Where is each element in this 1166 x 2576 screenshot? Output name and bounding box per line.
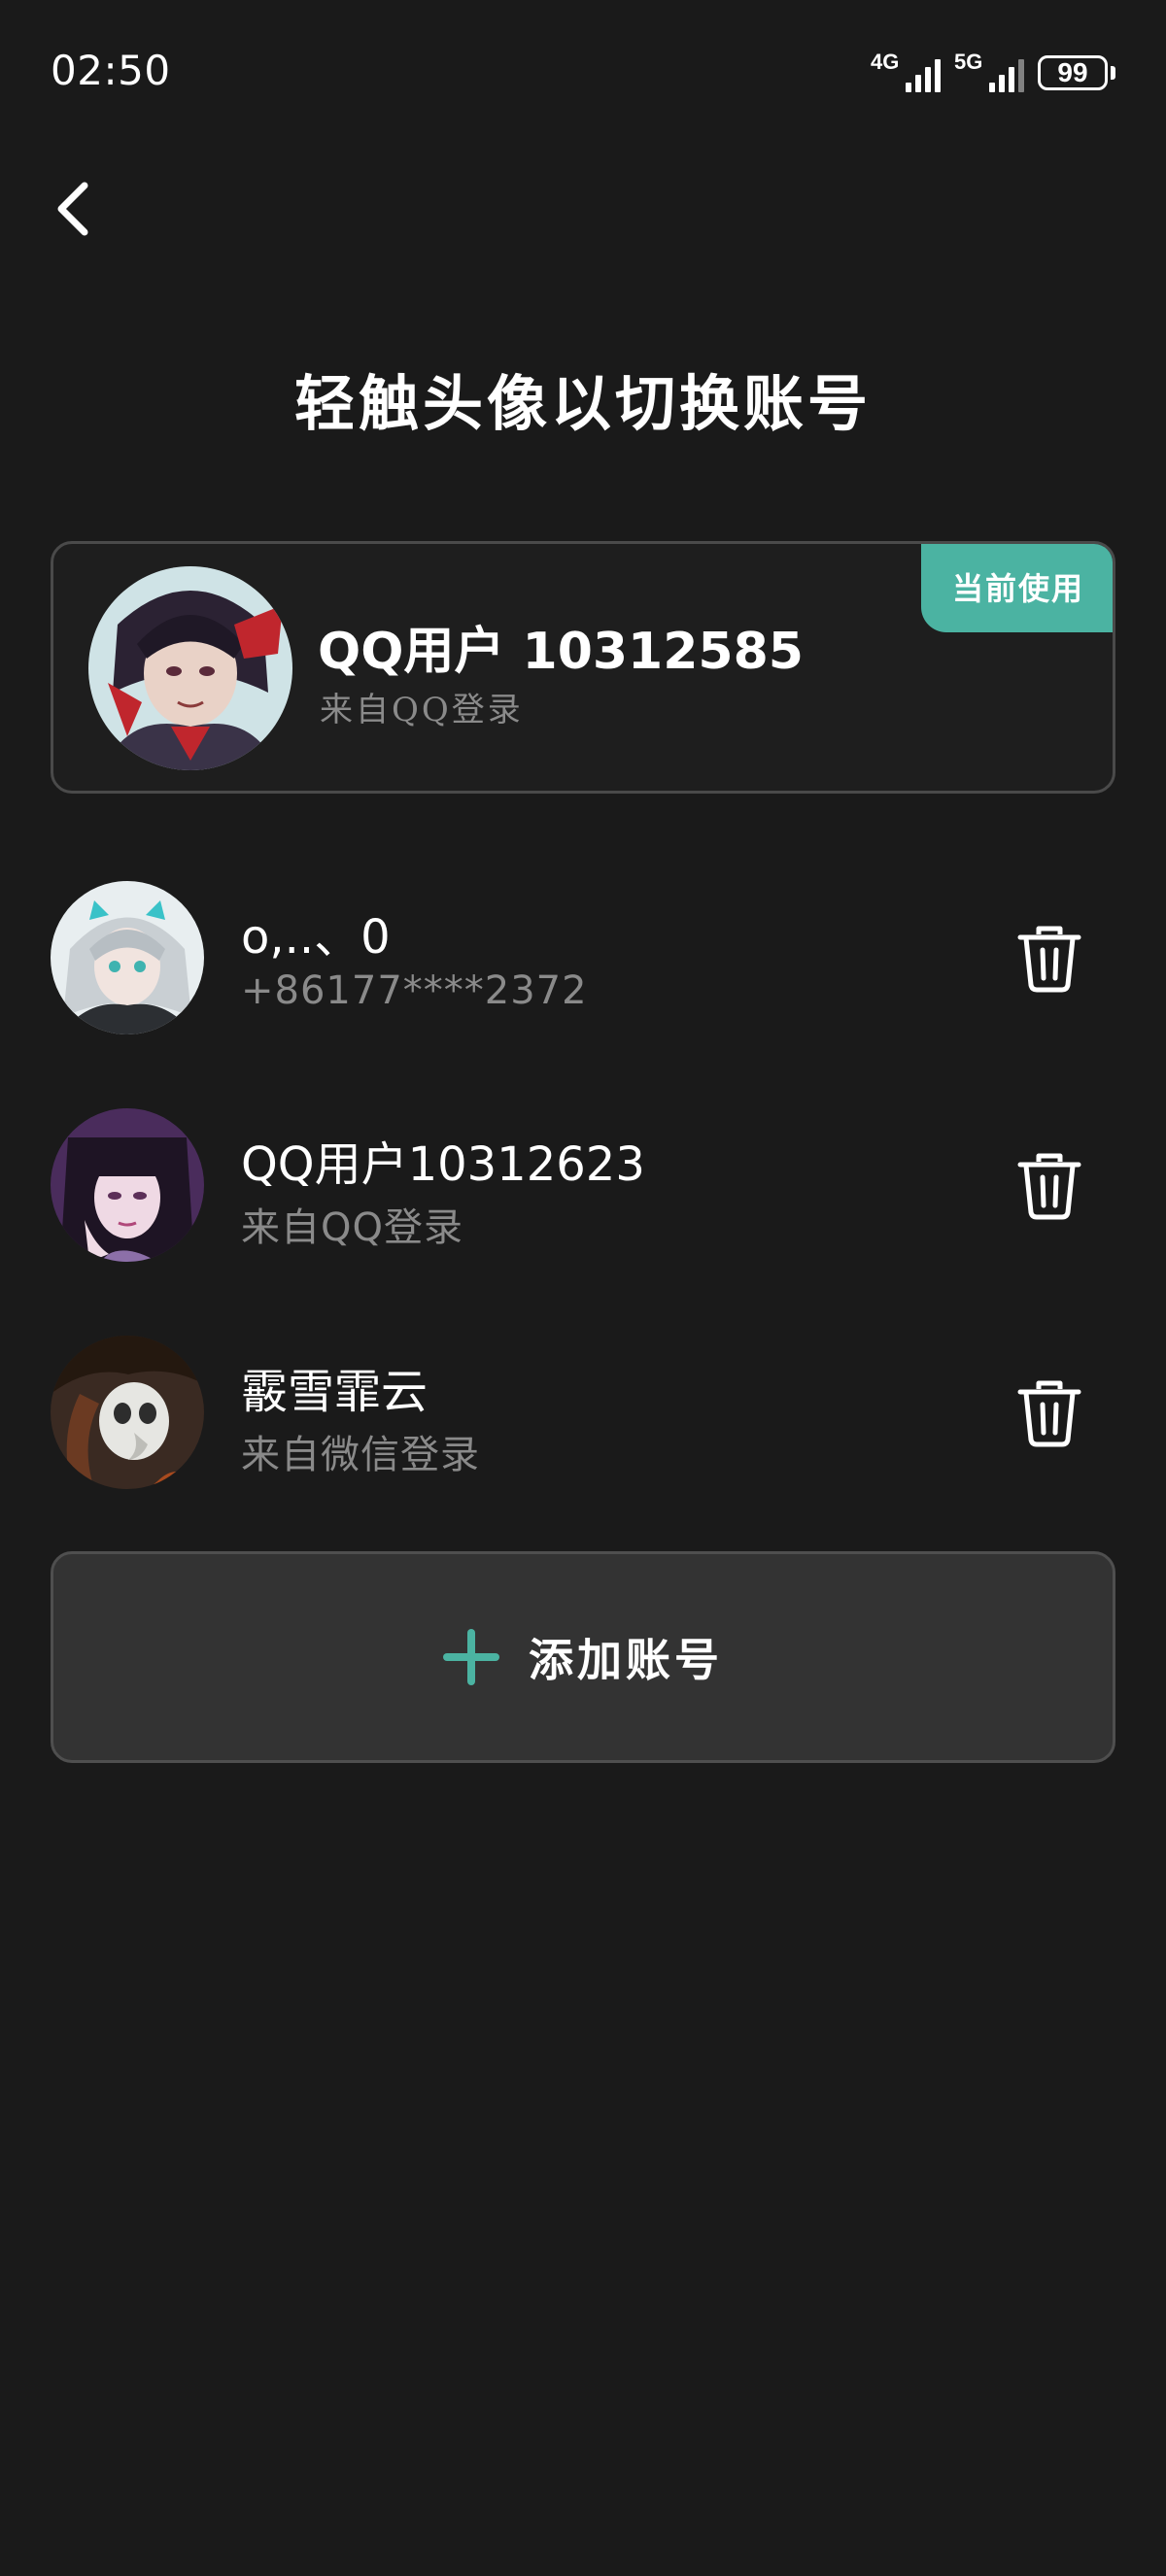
page-title: 轻触头像以切换账号 <box>293 368 872 439</box>
status-icons: 4G 5G 99 <box>871 50 1115 95</box>
status-bar: 02:50 4G 5G 99 <box>0 0 1166 146</box>
add-account-button[interactable]: 添加账号 <box>51 1551 1115 1763</box>
account-name: o,..、0 <box>241 910 391 965</box>
account-name: QQ用户10312623 <box>241 1137 645 1192</box>
delete-account-button[interactable] <box>1012 1374 1086 1452</box>
delete-account-button[interactable] <box>1012 920 1086 998</box>
account-detail: 来自QQ登录 <box>241 1205 463 1250</box>
account-name: 霰雪霏云 <box>241 1365 429 1419</box>
account-row: 霰雪霏云 来自微信登录 <box>51 1336 1115 1491</box>
account-row: o,..、0 +86177****2372 <box>51 881 1115 1036</box>
account-avatar[interactable] <box>51 881 204 1034</box>
battery-icon: 99 <box>1038 55 1115 90</box>
account-detail: +86177****2372 <box>241 968 588 1013</box>
trash-icon <box>1017 926 1081 993</box>
signal-4g-icon: 4G <box>871 50 941 92</box>
current-in-use-badge: 当前使用 <box>921 544 1113 632</box>
battery-level: 99 <box>1038 55 1108 90</box>
current-account-source: 来自QQ登录 <box>320 691 524 729</box>
account-detail: 来自微信登录 <box>241 1433 480 1477</box>
signal-4g-label: 4G <box>871 50 900 74</box>
trash-icon <box>1017 1153 1081 1220</box>
account-row: QQ用户10312623 来自QQ登录 <box>51 1108 1115 1264</box>
current-account-card[interactable]: QQ用户 10312585 来自QQ登录 当前使用 <box>51 541 1115 794</box>
back-button[interactable] <box>39 175 107 243</box>
account-avatar[interactable] <box>51 1108 204 1262</box>
add-account-label: 添加账号 <box>529 1634 723 1686</box>
plus-icon <box>443 1629 499 1685</box>
current-account-avatar[interactable] <box>88 566 292 770</box>
signal-5g-label: 5G <box>954 50 983 74</box>
signal-5g-icon: 5G <box>954 50 1024 92</box>
delete-account-button[interactable] <box>1012 1147 1086 1225</box>
account-avatar[interactable] <box>51 1336 204 1489</box>
chevron-left-icon <box>57 182 88 236</box>
status-time: 02:50 <box>51 47 171 94</box>
current-account-name: QQ用户 10312585 <box>318 623 804 681</box>
trash-icon <box>1017 1380 1081 1447</box>
